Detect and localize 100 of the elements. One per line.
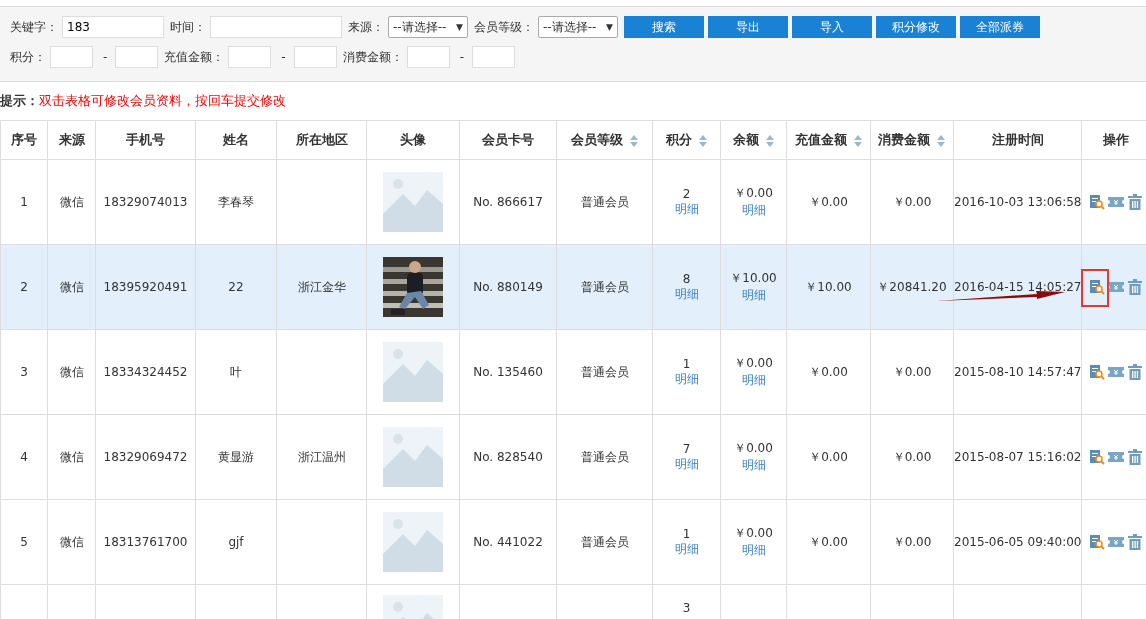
column-header[interactable]: 积分	[652, 120, 721, 160]
table-cell: 18329069472	[103, 450, 188, 464]
coupon-icon[interactable]	[1108, 194, 1124, 210]
input-field[interactable]	[228, 46, 272, 68]
detail-link[interactable]: 明细	[653, 540, 720, 558]
table-cell: 叶	[230, 364, 242, 379]
table-cell: 1	[682, 356, 691, 371]
table-cell: ￥20841.20	[877, 279, 947, 294]
table-row[interactable]: 1 微信 18329074013 李春琴 No. 866617 普通会员 2 明细 ￥0.00 明细 ￥0.00 ￥0.00 2016-10-03 13:06:58	[0, 159, 1146, 245]
input-field[interactable]: 183	[62, 16, 164, 38]
coupon-icon[interactable]	[1108, 279, 1124, 295]
trash-icon[interactable]	[1127, 534, 1143, 550]
coupon-icon[interactable]	[1108, 449, 1124, 465]
input-field[interactable]	[210, 16, 342, 38]
table-cell: No. 866617	[473, 195, 543, 209]
table-cell: ￥10.00	[805, 279, 852, 294]
table-cell: No. 135460	[473, 365, 543, 379]
table-cell: 黄显游	[218, 449, 254, 464]
table-cell: 3	[682, 601, 691, 615]
detail-link[interactable]: 明细	[721, 542, 786, 559]
detail-link[interactable]: 明细	[653, 370, 720, 388]
column-header: 序号	[0, 120, 48, 160]
image-placeholder-icon	[383, 427, 443, 487]
action-button[interactable]: 导出	[708, 16, 788, 38]
coupon-icon[interactable]	[1108, 534, 1124, 550]
trash-icon[interactable]	[1127, 279, 1143, 295]
table-cell: 李春琴	[218, 194, 254, 209]
input-field[interactable]	[115, 46, 159, 68]
column-header[interactable]: 会员等级	[556, 120, 653, 160]
table-cell: ￥0.00	[734, 186, 773, 200]
input-field[interactable]	[50, 46, 93, 68]
detail-link[interactable]: 明细	[721, 372, 786, 389]
table-cell: 微信	[59, 194, 84, 209]
table-cell: 微信	[59, 364, 84, 379]
table-cell: ￥0.00	[734, 441, 773, 455]
input-field[interactable]	[406, 46, 450, 68]
document-search-icon[interactable]	[1089, 364, 1105, 380]
table-cell: 微信	[59, 449, 84, 464]
field-label: 关键字：	[10, 18, 58, 36]
detail-link[interactable]: 明细	[653, 200, 720, 218]
sort-icon[interactable]	[764, 133, 775, 148]
table-cell: 普通会员	[580, 534, 629, 549]
table-row[interactable]: 4 微信 18329069472 黄显游 浙江温州 No. 828540 普通会员 7 明细 ￥0.00 明细 ￥0.00 ￥0.00 2015-08-07 15:16:02	[0, 414, 1146, 500]
table-cell: ￥0.00	[892, 534, 932, 549]
image-placeholder-icon	[383, 342, 443, 402]
trash-icon[interactable]	[1127, 449, 1143, 465]
table-cell: ￥10.00	[730, 271, 777, 285]
table-cell: 5	[20, 535, 28, 549]
column-header: 来源	[47, 120, 96, 160]
table-cell: 1	[682, 526, 691, 541]
table-cell: 7	[682, 441, 691, 456]
detail-link[interactable]: 明细	[721, 457, 786, 474]
action-button[interactable]: 积分修改	[876, 16, 956, 38]
detail-link[interactable]: 明细	[721, 202, 786, 219]
table-cell: 22	[228, 280, 244, 294]
column-header[interactable]: 充值金额	[786, 120, 871, 160]
action-button[interactable]: 搜索	[624, 16, 704, 38]
table-cell: No. 828540	[473, 450, 543, 464]
sort-icon[interactable]	[936, 133, 946, 148]
column-header: 会员卡号	[459, 120, 557, 160]
sort-icon[interactable]	[697, 133, 708, 148]
table-cell: 1	[20, 195, 28, 209]
table-row[interactable]: 3	[0, 584, 1146, 619]
field-label: 来源：	[348, 18, 384, 36]
action-button[interactable]: 全部派券	[960, 16, 1040, 38]
column-header: 姓名	[195, 120, 277, 160]
select-field[interactable]: --请选择-- ▼	[538, 16, 618, 38]
sort-icon[interactable]	[628, 133, 639, 148]
detail-link[interactable]: 明细	[653, 285, 720, 303]
table-row[interactable]: 2 微信 18395920491 22 浙江金华 No. 880149 普通会员 8 明细 ￥10.00 明细 ￥10.00 ￥20841.20 2016-04-15 14:05:27	[0, 244, 1146, 330]
table-cell: 2016-04-15 14:05:27	[954, 280, 1082, 294]
range-separator: -	[281, 50, 286, 64]
column-header: 操作	[1081, 120, 1146, 160]
trash-icon[interactable]	[1127, 364, 1143, 380]
coupon-icon[interactable]	[1108, 364, 1124, 380]
table-cell: 4	[20, 450, 28, 464]
input-field[interactable]	[293, 46, 337, 68]
input-field[interactable]	[472, 46, 516, 68]
detail-link[interactable]: 明细	[721, 287, 786, 304]
sort-icon[interactable]	[852, 133, 863, 148]
select-field[interactable]: --请选择-- ▼	[388, 16, 468, 38]
table-cell: 18334324452	[103, 365, 188, 379]
document-search-icon[interactable]	[1089, 449, 1105, 465]
trash-icon[interactable]	[1127, 194, 1143, 210]
action-button[interactable]: 导入	[792, 16, 872, 38]
field-label: 积分：	[10, 48, 46, 66]
document-search-icon[interactable]	[1089, 279, 1105, 295]
table-row[interactable]: 3 微信 18334324452 叶 No. 135460 普通会员 1 明细 ￥0.00 明细 ￥0.00 ￥0.00 2015-08-10 14:57:47	[0, 329, 1146, 415]
table-cell: No. 880149	[473, 280, 543, 294]
table-cell: 18313761700	[103, 535, 188, 549]
table-cell: 普通会员	[580, 364, 629, 379]
column-header[interactable]: 余额	[720, 120, 787, 160]
document-search-icon[interactable]	[1089, 194, 1105, 210]
table-cell: 普通会员	[580, 449, 629, 464]
document-search-icon[interactable]	[1089, 534, 1105, 550]
table-cell: ￥0.00	[734, 526, 773, 540]
column-header[interactable]: 消费金额	[870, 120, 954, 160]
detail-link[interactable]: 明细	[653, 455, 720, 473]
table-cell: 普通会员	[580, 194, 629, 209]
table-row[interactable]: 5 微信 18313761700 gjf No. 441022 普通会员 1 明细 ￥0.00 明细 ￥0.00 ￥0.00 2015-06-05 09:40:00	[0, 499, 1146, 585]
